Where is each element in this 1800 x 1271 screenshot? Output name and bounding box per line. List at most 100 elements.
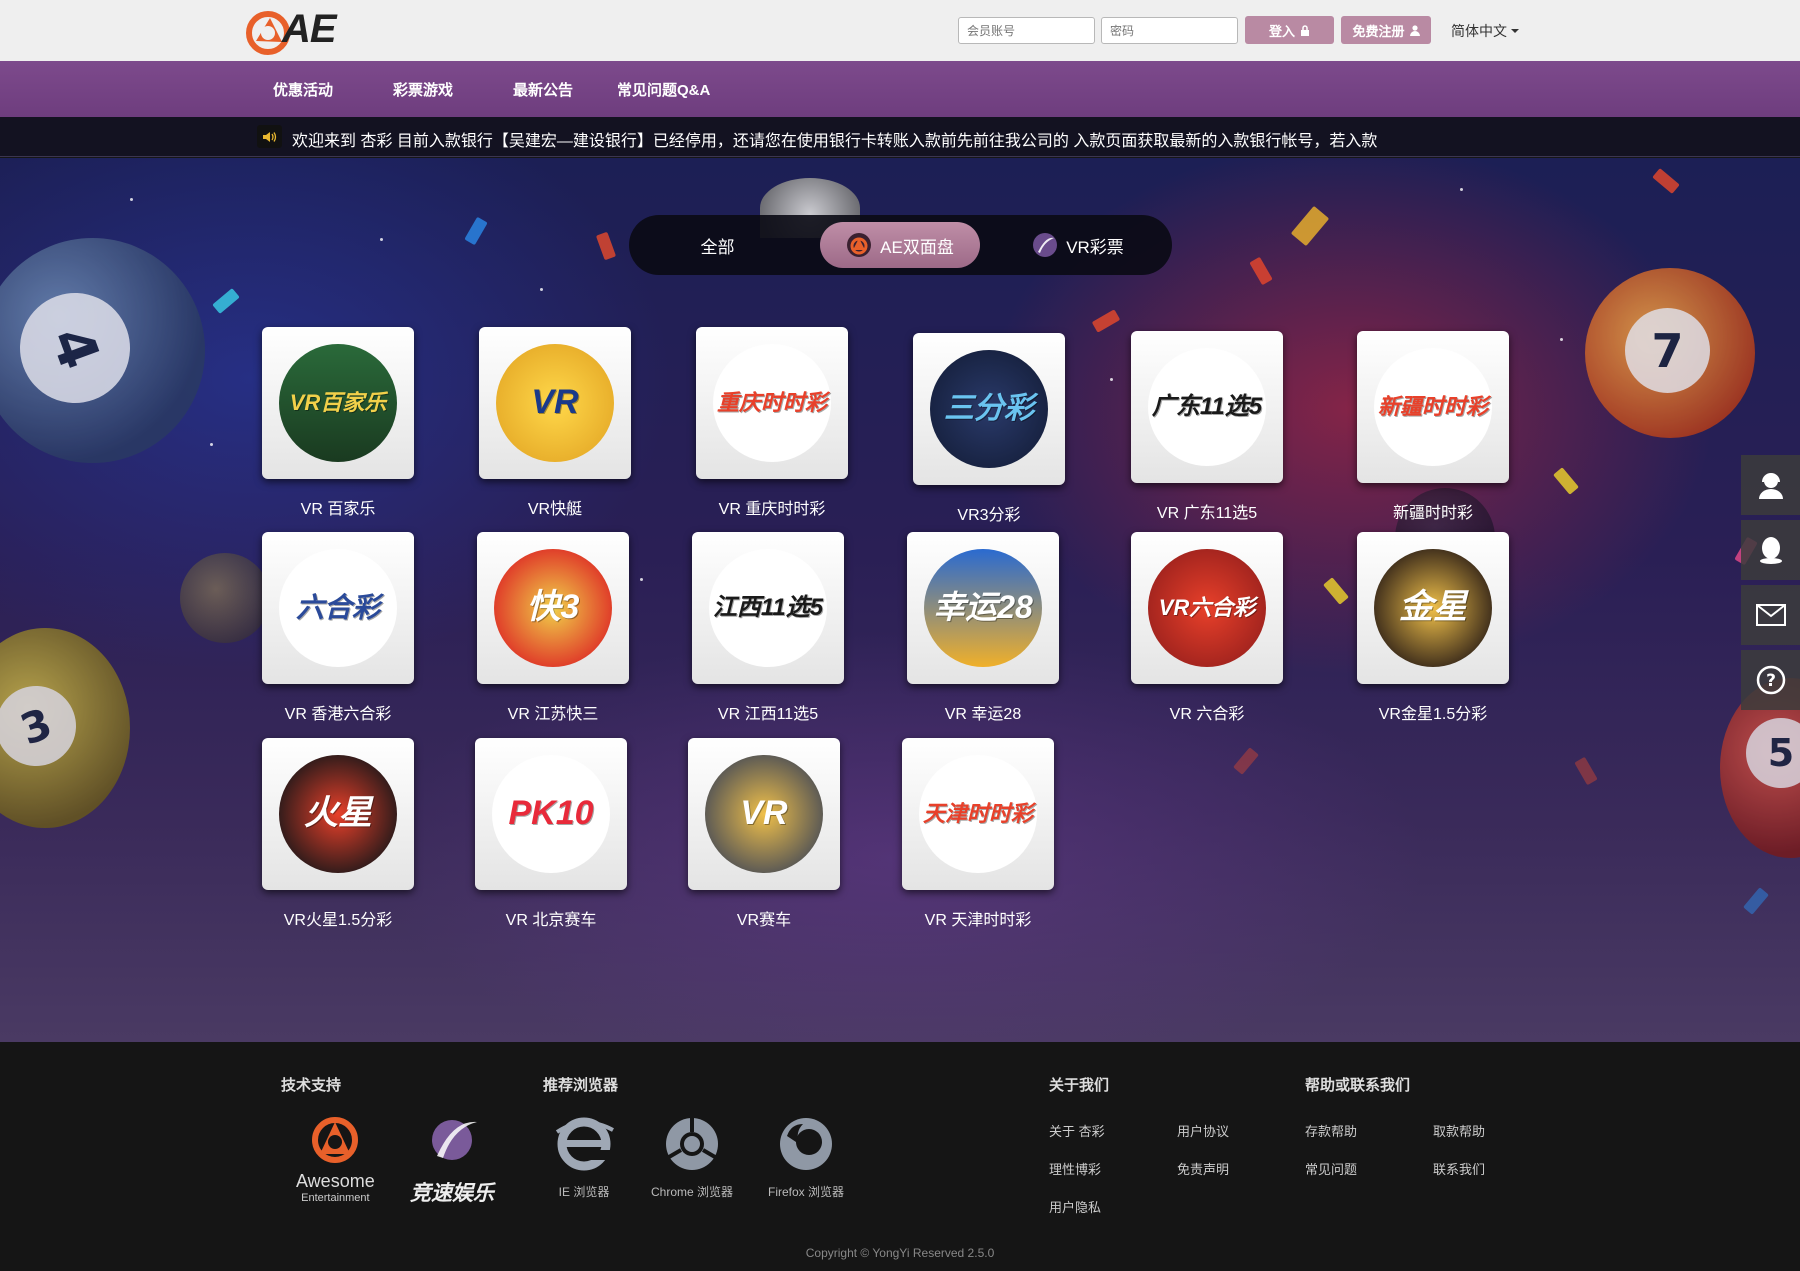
game-art-text: 重庆时时彩 (716, 390, 827, 416)
user-agreement-link[interactable]: 用户协议 (1177, 1121, 1229, 1140)
nav-lottery-games[interactable]: 彩票游戏 (393, 79, 453, 100)
help-button[interactable]: ? (1741, 650, 1800, 710)
tab-vr-lottery[interactable]: VR彩票 (1008, 222, 1148, 268)
star-decor (640, 578, 643, 581)
game-art: 幸运28 (924, 549, 1042, 667)
faq-link[interactable]: 常见问题 (1305, 1159, 1357, 1178)
withdraw-help-link[interactable]: 取款帮助 (1433, 1121, 1485, 1140)
privacy-link[interactable]: 用户隐私 (1049, 1197, 1101, 1216)
game-art: 江西11选5 (709, 549, 827, 667)
username-input[interactable] (958, 17, 1095, 44)
game-card[interactable]: 金星 VR金星1.5分彩 (1357, 532, 1509, 724)
game-card[interactable]: 新疆时时彩 新疆时时彩 (1357, 331, 1509, 523)
game-card[interactable]: 幸运28 VR 幸运28 (907, 532, 1059, 724)
disclaimer-link[interactable]: 免责声明 (1177, 1159, 1229, 1178)
ie-browser-link[interactable]: IE 浏览器 (551, 1114, 617, 1200)
vr-logo-icon (1033, 233, 1058, 257)
deposit-help-link[interactable]: 存款帮助 (1305, 1121, 1357, 1140)
game-art-text: 快3 (526, 588, 580, 627)
game-tile-icon[interactable]: 金星 (1357, 532, 1509, 684)
game-tile-icon[interactable]: PK10 (475, 738, 627, 890)
logo-text: AE (282, 7, 337, 51)
game-card[interactable]: VR六合彩 VR 六合彩 (1131, 532, 1283, 724)
game-card[interactable]: VR VR快艇 (479, 327, 631, 519)
awesome-entertainment-logo[interactable]: Awesome Entertainment (296, 1112, 375, 1204)
lottery-ball-decor: 4 (0, 238, 205, 463)
tab-all[interactable]: 全部 (649, 222, 786, 268)
game-card[interactable]: 六合彩 VR 香港六合彩 (262, 532, 414, 724)
game-stage: 4 3 7 5 全部 AE双面盘 VR彩票 VR百家乐 VR 百家乐 VR VR… (0, 158, 1800, 1042)
tab-all-label: 全部 (700, 237, 735, 257)
game-tile-icon[interactable]: 六合彩 (262, 532, 414, 684)
responsible-gaming-link[interactable]: 理性博彩 (1049, 1159, 1101, 1178)
category-tabs: 全部 AE双面盘 VR彩票 (629, 215, 1172, 275)
password-input[interactable] (1101, 17, 1238, 44)
game-art-text: VR (531, 383, 579, 422)
game-label: VR 北京赛车 (505, 912, 597, 929)
customer-service-button[interactable] (1741, 455, 1800, 515)
game-card[interactable]: 快3 VR 江苏快三 (477, 532, 629, 724)
game-card[interactable]: 天津时时彩 VR 天津时时彩 (902, 738, 1054, 930)
game-label: VR金星1.5分彩 (1378, 706, 1488, 723)
confetti-decor (1553, 467, 1579, 495)
nav-promotions[interactable]: 优惠活动 (273, 79, 333, 100)
nav-announcements[interactable]: 最新公告 (513, 79, 573, 100)
confetti-decor (1249, 256, 1273, 286)
game-card[interactable]: VR VR赛车 (688, 738, 840, 930)
register-button[interactable]: 免费注册 (1341, 16, 1431, 44)
lock-icon (1301, 24, 1309, 36)
confetti-decor (1290, 205, 1330, 247)
game-card[interactable]: 三分彩 VR3分彩 (913, 333, 1065, 525)
game-art: 金星 (1374, 549, 1492, 667)
qq-button[interactable] (1741, 520, 1800, 580)
confetti-decor (595, 231, 617, 261)
game-label: 新疆时时彩 (1392, 505, 1473, 522)
lottery-ball-decor: 7 (1585, 268, 1755, 438)
awesome-sub: Entertainment (301, 1192, 370, 1204)
game-tile-icon[interactable]: 火星 (262, 738, 414, 890)
game-art: 广东11选5 (1148, 348, 1266, 466)
login-button[interactable]: 登入 (1245, 16, 1334, 44)
mail-button[interactable] (1741, 585, 1800, 645)
jingsu-name: 竞速娱乐 (410, 1182, 494, 1205)
game-tile-icon[interactable]: VR (688, 738, 840, 890)
game-label: VR 江苏快三 (507, 706, 599, 723)
game-tile-icon[interactable]: 三分彩 (913, 333, 1065, 485)
game-card[interactable]: VR百家乐 VR 百家乐 (262, 327, 414, 519)
language-select[interactable]: 简体中文 (1451, 21, 1519, 41)
nav-faq[interactable]: 常见问题Q&A (617, 79, 710, 100)
tab-ae-double[interactable]: AE双面盘 (820, 222, 980, 268)
game-art: 新疆时时彩 (1374, 348, 1492, 466)
contact-us-link[interactable]: 联系我们 (1433, 1159, 1485, 1178)
login-label: 登入 (1268, 23, 1295, 39)
tab-ae-label: AE双面盘 (880, 237, 954, 257)
game-card[interactable]: 火星 VR火星1.5分彩 (262, 738, 414, 930)
game-card[interactable]: PK10 VR 北京赛车 (475, 738, 627, 930)
game-label: VR3分彩 (957, 507, 1021, 524)
star-decor (130, 198, 133, 201)
game-tile-icon[interactable]: 新疆时时彩 (1357, 331, 1509, 483)
game-art: 六合彩 (279, 549, 397, 667)
game-tile-icon[interactable]: VR (479, 327, 631, 479)
game-art-text: VR百家乐 (289, 390, 387, 416)
game-tile-icon[interactable]: 广东11选5 (1131, 331, 1283, 483)
game-card[interactable]: 广东11选5 VR 广东11选5 (1131, 331, 1283, 523)
chrome-browser-link[interactable]: Chrome 浏览器 (651, 1114, 733, 1200)
game-card[interactable]: 重庆时时彩 VR 重庆时时彩 (696, 327, 848, 519)
game-card[interactable]: 江西11选5 VR 江西11选5 (692, 532, 844, 724)
language-label: 简体中文 (1451, 23, 1507, 39)
game-art: VR (705, 755, 823, 873)
about-link[interactable]: 关于 杏彩 (1049, 1121, 1105, 1140)
game-tile-icon[interactable]: 江西11选5 (692, 532, 844, 684)
footer-about-title: 关于我们 (1049, 1077, 1110, 1094)
game-tile-icon[interactable]: 重庆时时彩 (696, 327, 848, 479)
game-tile-icon[interactable]: 快3 (477, 532, 629, 684)
top-header: AE 登入 免费注册 简体中文 (0, 0, 1800, 61)
firefox-browser-link[interactable]: Firefox 浏览器 (768, 1114, 844, 1200)
game-label: VR 幸运28 (944, 706, 1022, 723)
game-tile-icon[interactable]: VR六合彩 (1131, 532, 1283, 684)
game-tile-icon[interactable]: VR百家乐 (262, 327, 414, 479)
game-tile-icon[interactable]: 幸运28 (907, 532, 1059, 684)
jingsu-logo[interactable]: 竞速娱乐 (410, 1112, 494, 1207)
game-tile-icon[interactable]: 天津时时彩 (902, 738, 1054, 890)
